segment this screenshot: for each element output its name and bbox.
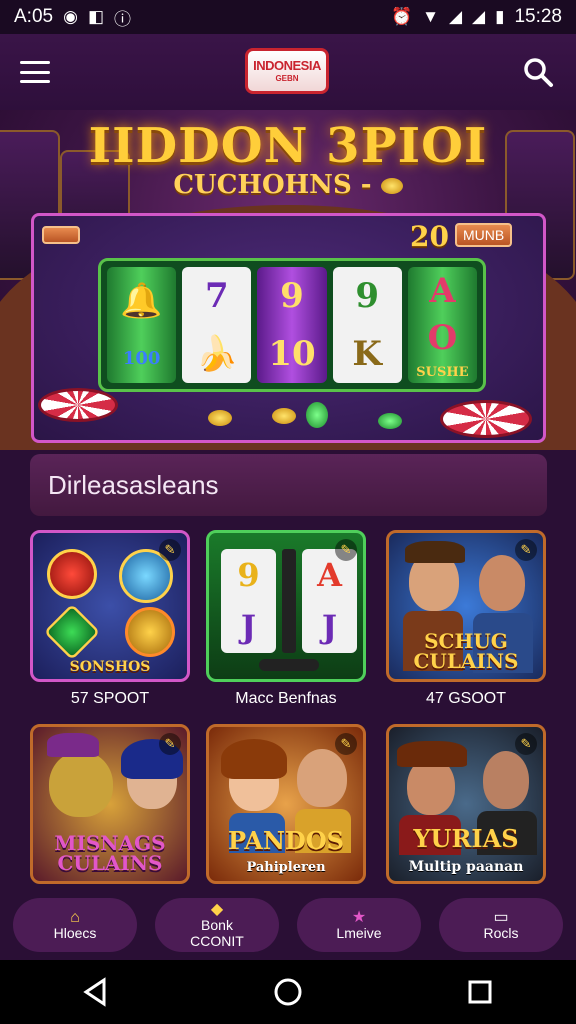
hero-subtitle: CUCHOHNS - (0, 170, 576, 200)
bonus-icon: ◆ (210, 900, 224, 918)
reel-caption-left: 100 (122, 348, 161, 370)
status-time-right: 15:28 (514, 6, 562, 27)
info-icon: ⓘ (114, 9, 131, 29)
reel-divider (282, 549, 296, 653)
home-button-icon[interactable] (268, 972, 308, 1012)
game-art-subtext: Multip paanan (408, 859, 524, 875)
tools-icon: ▭ (493, 908, 509, 926)
favorite-icon[interactable]: ✎ (159, 539, 181, 561)
nav-item-label: Lmeive (336, 925, 382, 942)
search-icon[interactable] (522, 56, 554, 88)
game-tile-3[interactable]: ✎ SCHUG CULAINS (386, 530, 546, 682)
bottom-nav: ⌂ Hloecs ◆ Bonk CCONIT ★ Lmeive ▭ Rocls (0, 890, 576, 960)
character-face (479, 555, 525, 611)
red-gem-icon (47, 549, 97, 599)
hair-icon (221, 739, 287, 779)
nav-item-home[interactable]: ⌂ Hloecs (13, 898, 137, 952)
hat-icon (47, 733, 99, 757)
game-art-text: SONSHOS (69, 659, 151, 675)
status-time-left: A:05 (14, 6, 54, 27)
game-art-subtext: Pahipleren (246, 860, 326, 875)
coin-icon (272, 408, 296, 424)
nav-item-label: Rocls (483, 925, 519, 942)
alarm-icon: ⏰ (390, 7, 413, 26)
favorite-icon[interactable]: ✎ (515, 539, 537, 561)
game-label: Macc Benfnas (235, 690, 337, 707)
character-face (297, 749, 347, 807)
hat-icon (405, 541, 465, 563)
live-icon: ★ (351, 908, 367, 926)
game-art-text: SCHUG CULAINS (413, 629, 519, 673)
hero-subtitle-text: CUCHOHNS - (173, 170, 372, 200)
signal-icon: ◢ (448, 7, 463, 26)
nav-item-label: Hloecs (53, 925, 97, 942)
gem-icon (378, 413, 402, 429)
slot-reels: 🔔 100 7 🍌 9 10 9K A O SUSHE (98, 258, 486, 392)
system-nav-bar (0, 960, 576, 1024)
hamburger-icon[interactable] (20, 61, 50, 83)
hat-icon (397, 741, 467, 767)
reel-caption-right: SUSHE (416, 364, 469, 380)
badge-left (42, 226, 80, 244)
character-face (483, 751, 529, 809)
reel-1: 🔔 100 (107, 267, 177, 383)
game-label: 47 GSOOT (425, 690, 507, 707)
game-art-text: MISNAGS CULAINS (54, 831, 166, 875)
badge-number: 20 (410, 220, 449, 253)
favorite-icon[interactable]: ✎ (335, 733, 357, 755)
reel-4: 9K (332, 267, 402, 383)
wifi-icon: ▼ (422, 7, 439, 26)
slot-lever-bar (259, 659, 319, 671)
game-art-text: YURIAS (413, 824, 519, 853)
recents-icon[interactable] (460, 972, 500, 1012)
favorite-icon[interactable]: ✎ (335, 539, 357, 561)
game-tile-2[interactable]: 9J AJ ✎ (206, 530, 366, 682)
app-header: INDONESIA GEBN (0, 34, 576, 110)
mascot-face (49, 751, 113, 817)
favorite-icon[interactable]: ✎ (515, 733, 537, 755)
game-label: 57 SPOOT (70, 690, 150, 707)
mini-reels: 9J AJ (221, 549, 357, 653)
reel-2: 7 🍌 (182, 267, 252, 383)
hero-banner[interactable]: IIDDON 3PIOI CUCHOHNS - 20 MUNB 🔔 100 7 🍌 … (0, 110, 576, 450)
green-gem-icon (43, 603, 101, 661)
poker-chip-icon (440, 400, 532, 438)
nav-item-tools[interactable]: ▭ Rocls (439, 898, 563, 952)
game-tile-1[interactable]: ✎ SONSHOS (30, 530, 190, 682)
notification-icon: ◉ (63, 7, 78, 26)
reel: 9J (221, 549, 276, 653)
notification-icon-2: ◧ (87, 7, 104, 26)
section-header: Dirleasasleans (30, 454, 547, 516)
poker-chip-icon (38, 388, 118, 422)
signal-icon-2: ◢ (472, 7, 486, 26)
battery-icon: ▮ (495, 7, 505, 26)
home-icon: ⌂ (70, 908, 80, 926)
nav-item-label: Bonk CCONIT (190, 917, 244, 949)
nav-item-live[interactable]: ★ Lmeive (297, 898, 421, 952)
brand-logo[interactable]: INDONESIA GEBN (245, 48, 329, 94)
status-bar: A:05 ◉ ◧ ⓘ ⏰ ▼ ◢ ◢ ▮ 15:28 (0, 0, 576, 34)
favorite-icon[interactable]: ✎ (159, 733, 181, 755)
nav-item-bonus[interactable]: ◆ Bonk CCONIT (155, 898, 279, 952)
game-art-text: PANDOS (228, 826, 344, 855)
reel-3: 9 10 (257, 267, 327, 383)
gold-coin-icon (125, 607, 175, 657)
hero-title: IIDDON 3PIOI (88, 118, 488, 174)
back-icon[interactable] (76, 972, 116, 1012)
badge-right: MUNB (455, 223, 513, 247)
game-tile-6[interactable]: ✎ YURIAS Multip paanan (386, 724, 546, 884)
logo-text: INDONESIA (253, 58, 321, 73)
coin-icon (208, 410, 232, 426)
logo-subtext: GEBN (275, 74, 299, 83)
reel-5: A O SUSHE (407, 267, 478, 383)
game-tile-4[interactable]: ✎ MISNAGS CULAINS (30, 724, 190, 884)
game-tile-5[interactable]: ✎ PANDOS Pahipleren (206, 724, 366, 884)
reel: AJ (302, 549, 357, 653)
bell-icon: 🔔 (120, 280, 163, 321)
section-title: Dirleasasleans (48, 469, 219, 500)
coin-icon (380, 178, 403, 194)
gem-icon (306, 402, 328, 428)
